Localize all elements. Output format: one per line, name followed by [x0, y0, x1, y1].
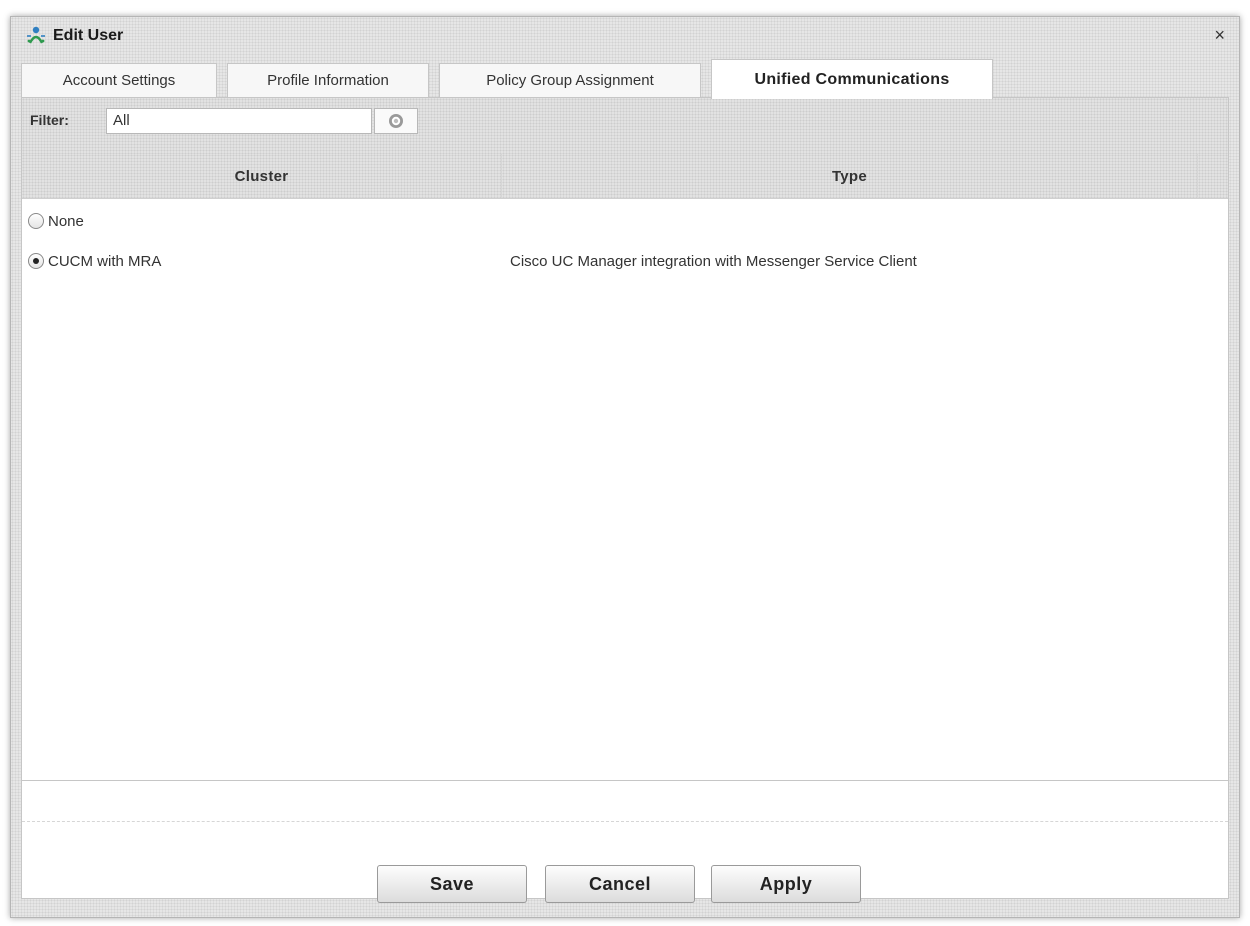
tab-label: Unified Communications — [754, 70, 950, 88]
save-button[interactable]: Save — [377, 865, 527, 903]
tab-label: Profile Information — [267, 72, 389, 89]
cluster-type: Cisco UC Manager integration with Messen… — [510, 253, 917, 270]
tab-unified-communications[interactable]: Unified Communications — [711, 59, 993, 99]
radio-button[interactable] — [28, 253, 44, 269]
tab-profile-information[interactable]: Profile Information — [227, 63, 429, 97]
table-row[interactable]: CUCM with MRA Cisco UC Manager integrati… — [22, 244, 1228, 280]
filter-bar: Filter: All — [22, 98, 1228, 155]
filter-label: Filter: — [30, 112, 69, 128]
dialog-button-bar: Save Cancel Apply — [11, 865, 1239, 905]
tab-content-panel: Filter: All Cluster Type None CUCM with … — [21, 97, 1229, 899]
user-edit-icon — [27, 26, 45, 44]
tab-bar: Account Settings Profile Information Pol… — [21, 55, 1231, 99]
radio-button[interactable] — [28, 213, 44, 229]
table-row[interactable]: None — [22, 204, 1228, 240]
edit-user-dialog: Edit User × Account Settings Profile Inf… — [10, 16, 1240, 918]
clear-circle-icon — [389, 114, 403, 128]
cluster-name: None — [48, 213, 84, 230]
cancel-button[interactable]: Cancel — [545, 865, 695, 903]
tab-account-settings[interactable]: Account Settings — [21, 63, 217, 97]
tab-policy-group-assignment[interactable]: Policy Group Assignment — [439, 63, 701, 97]
apply-button[interactable]: Apply — [711, 865, 861, 903]
column-header-cluster[interactable]: Cluster — [22, 154, 502, 198]
grid-header: Cluster Type — [22, 154, 1228, 199]
tab-label: Policy Group Assignment — [486, 72, 654, 89]
grid-footer — [22, 780, 1228, 822]
filter-input[interactable]: All — [106, 108, 372, 134]
filter-clear-button[interactable] — [374, 108, 418, 134]
title-bar[interactable]: Edit User × — [11, 17, 1239, 55]
close-icon[interactable]: × — [1214, 26, 1225, 44]
cluster-name: CUCM with MRA — [48, 253, 162, 270]
dialog-title: Edit User — [53, 27, 124, 44]
tab-label: Account Settings — [62, 72, 176, 89]
column-header-type[interactable]: Type — [502, 154, 1198, 198]
